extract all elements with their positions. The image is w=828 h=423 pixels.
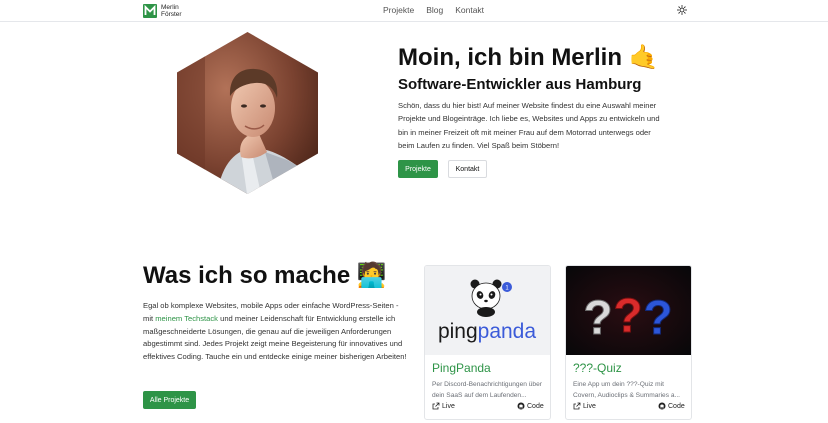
navbar: Merlin Förster Projekte Blog Kontakt	[0, 0, 828, 22]
github-icon	[517, 402, 525, 410]
live-link[interactable]: Live	[432, 402, 455, 410]
code-link[interactable]: Code	[658, 402, 685, 410]
hero-projects-button[interactable]: Projekte	[398, 160, 438, 178]
svg-text:?: ?	[613, 290, 642, 343]
code-link[interactable]: Code	[517, 402, 544, 410]
hero-title: Moin, ich bin Merlin 🤙	[398, 44, 659, 71]
brand-logo-icon	[143, 4, 157, 18]
profile-photo	[177, 32, 318, 194]
brand-first-name: Merlin	[161, 3, 179, 11]
live-label: Live	[442, 402, 455, 410]
nav-item-blog[interactable]: Blog	[426, 5, 443, 15]
nav-item-kontakt[interactable]: Kontakt	[455, 5, 484, 15]
svg-text:?: ?	[583, 292, 612, 345]
nav-item-projekte[interactable]: Projekte	[383, 5, 414, 15]
card-description: Per Discord-Benachrichtigungen über dein…	[432, 381, 542, 399]
live-link[interactable]: Live	[573, 402, 596, 410]
pingpanda-thumbnail: 1 pingpanda	[425, 266, 550, 355]
project-card-pingpanda[interactable]: 1 pingpanda PingPanda Per Discord-Benach…	[424, 265, 551, 420]
hero-subtitle: Software-Entwickler aus Hamburg	[398, 76, 642, 93]
card-title[interactable]: PingPanda	[432, 361, 491, 375]
external-link-icon	[573, 402, 581, 410]
question-marks-graphic: ? ? ?	[583, 290, 673, 346]
work-section-text: Egal ob komplexe Websites, mobile Apps o…	[143, 300, 409, 364]
brand-name: Merlin Förster	[161, 4, 182, 19]
brand-home-link[interactable]: Merlin Förster	[143, 2, 182, 20]
work-section-title: Was ich so mache 🧑‍💻	[143, 262, 387, 289]
card-description: Eine App um dein ???-Quiz mit Covern, Au…	[573, 381, 681, 399]
code-label: Code	[668, 402, 685, 410]
hero-intro-text: Schön, dass du hier bist! Auf meiner Web…	[398, 101, 660, 151]
brand-last-name: Förster	[161, 11, 182, 18]
github-icon	[658, 402, 666, 410]
pingpanda-logo-text: pingpanda	[438, 320, 536, 343]
code-label: Code	[527, 402, 544, 410]
sun-icon[interactable]	[677, 5, 687, 15]
external-link-icon	[432, 402, 440, 410]
svg-text:?: ?	[643, 292, 672, 345]
card-title[interactable]: ???-Quiz	[573, 361, 622, 375]
all-projects-button[interactable]: Alle Projekte	[143, 391, 196, 409]
quiz-thumbnail: ? ? ?	[566, 266, 691, 355]
hero-contact-button[interactable]: Kontakt	[448, 160, 487, 178]
main-nav: Projekte Blog Kontakt	[383, 5, 484, 15]
techstack-link[interactable]: meinem Techstack	[155, 314, 218, 323]
live-label: Live	[583, 402, 596, 410]
project-card-quiz[interactable]: ? ? ? ???-Quiz Eine App um dein ???-Quiz…	[565, 265, 692, 420]
